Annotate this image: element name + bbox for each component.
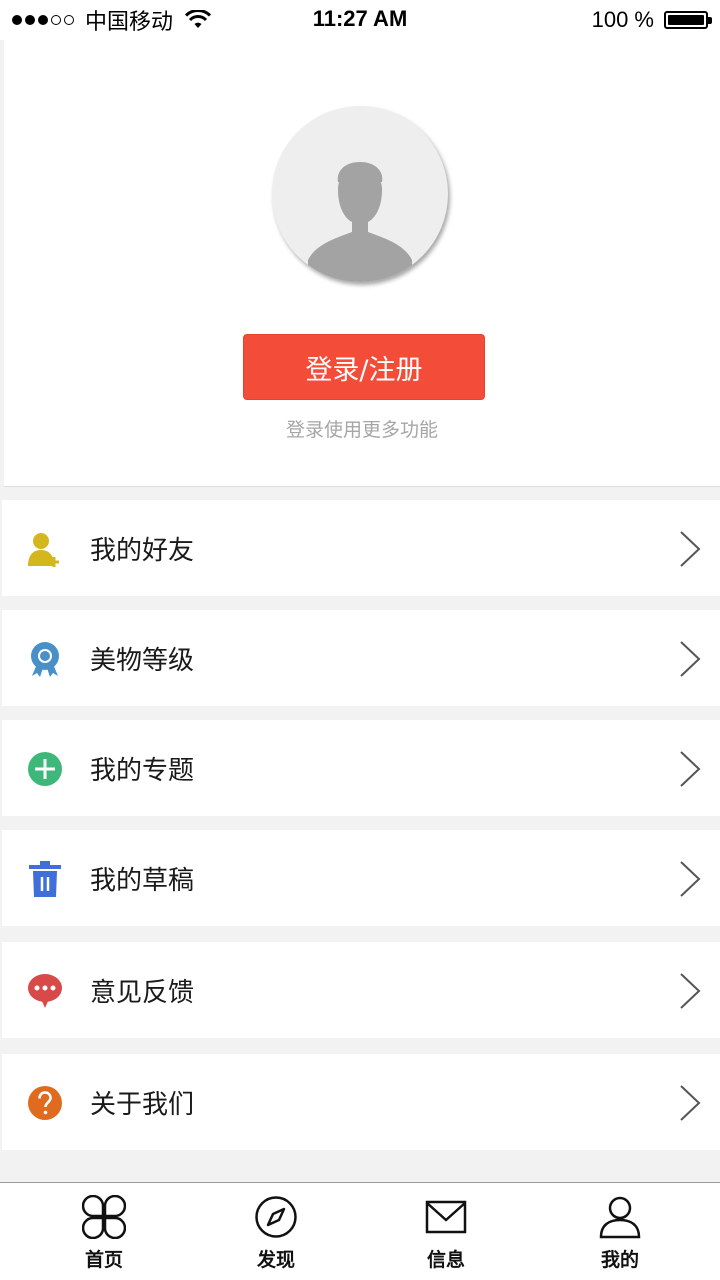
compass-icon [255, 1196, 297, 1238]
tab-label: 首页 [84, 1249, 123, 1271]
menu-item-label: 关于我们 [90, 1089, 195, 1120]
tab-me[interactable]: 我的 [560, 1183, 680, 1280]
status-bar: 中国移动 11:27 AM 100 % [0, 0, 720, 40]
plus-circle-icon [26, 750, 64, 788]
tab-bar: 首页 发现 信息 我的 [0, 1182, 720, 1280]
profile-header: 登录/注册 登录使用更多功能 [4, 40, 720, 487]
menu-item-about[interactable]: 关于我们 [2, 1054, 720, 1150]
menu-item-friends[interactable]: 我的好友 [2, 500, 720, 596]
tab-home[interactable]: 首页 [44, 1183, 164, 1280]
person-icon [599, 1196, 641, 1239]
chevron-right-icon [680, 531, 701, 567]
chevron-right-icon [680, 1085, 701, 1121]
menu-item-label: 我的专题 [90, 755, 195, 786]
chevron-right-icon [680, 973, 701, 1009]
menu-item-label: 意见反馈 [90, 977, 195, 1008]
menu-item-label: 我的草稿 [90, 865, 195, 896]
tab-label: 我的 [600, 1249, 639, 1271]
chevron-right-icon [680, 641, 701, 677]
tab-messages[interactable]: 信息 [386, 1183, 506, 1280]
friend-add-icon [26, 530, 64, 568]
menu-item-feedback[interactable]: 意见反馈 [2, 942, 720, 1038]
menu-item-topics[interactable]: 我的专题 [2, 720, 720, 816]
chat-bubble-icon [26, 972, 64, 1010]
avatar[interactable] [272, 106, 448, 282]
login-hint: 登录使用更多功能 [285, 419, 438, 441]
tab-discover[interactable]: 发现 [216, 1183, 336, 1280]
battery-status: 100 % [591, 6, 712, 34]
tab-label: 发现 [256, 1249, 295, 1271]
chevron-right-icon [680, 861, 701, 897]
battery-icon [664, 11, 712, 29]
login-register-button[interactable]: 登录/注册 [243, 334, 485, 400]
chevron-right-icon [680, 751, 701, 787]
menu-item-label: 我的好友 [90, 535, 195, 566]
menu-item-label: 美物等级 [90, 645, 195, 676]
menu-item-level[interactable]: 美物等级 [2, 610, 720, 706]
envelope-icon [425, 1200, 467, 1234]
question-circle-icon [26, 1084, 64, 1122]
trash-icon [26, 860, 64, 898]
clover-home-icon [82, 1195, 126, 1239]
menu-item-drafts[interactable]: 我的草稿 [2, 830, 720, 926]
battery-percent: 100 % [591, 7, 654, 32]
badge-level-icon [26, 640, 64, 678]
avatar-placeholder-icon [308, 162, 412, 282]
tab-label: 信息 [426, 1249, 465, 1271]
screen: 中国移动 11:27 AM 100 % 登录/注册 登录使用更多功能 我的好友 … [0, 0, 720, 1280]
